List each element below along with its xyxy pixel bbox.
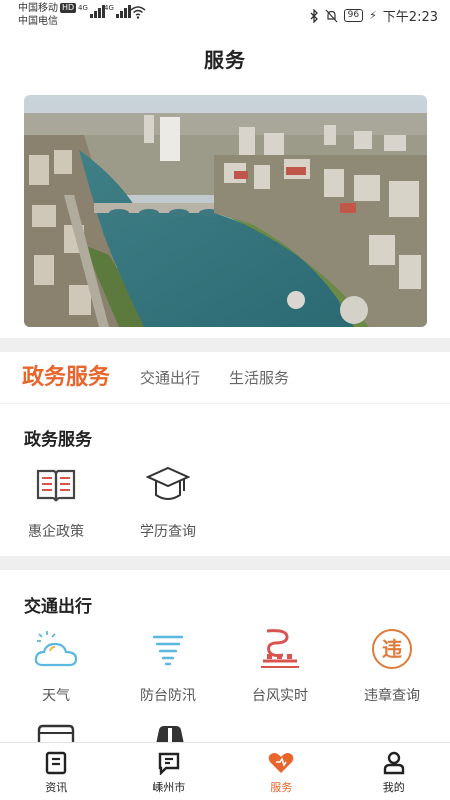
section-divider [0,338,450,352]
book-icon [36,469,76,502]
carrier-secondary: 中国电信 [18,16,58,27]
news-icon [46,751,67,775]
bell-muted-icon [325,9,338,22]
grid-item-label: 天气 [42,688,70,704]
nav-news[interactable]: 资讯 [0,743,113,800]
section-title-gov: 政务服务 [24,430,92,450]
carrier-primary: 中国移动 [18,3,58,14]
network-type-2: 4G [104,4,114,12]
battery-indicator: 96 [343,9,364,22]
category-tabs: 政务服务 交通出行 生活服务 [0,352,450,404]
grid-item-weather[interactable]: 天气 [0,627,112,705]
traffic-section: 交通出行 天气 防台防汛 台风实时 违 违章查询 [0,570,450,742]
bus-icon[interactable] [36,724,76,742]
gov-service-section: 政务服务 惠企政策 学历查询 [0,405,450,555]
bottom-nav: 资讯 嵊州市 服务 我的 [0,742,450,800]
grid-item-typhoon[interactable]: 台风实时 [224,627,336,705]
grid-item-flood[interactable]: 防台防汛 [112,627,224,705]
nav-city[interactable]: 嵊州市 [113,743,226,800]
city-chat-icon [158,752,179,775]
city-river-photo [24,95,427,327]
graduation-cap-icon [146,466,190,500]
section-divider [0,556,450,570]
status-bar: 中国移动 HD 中国电信 4G 4G 96 ⚡ 下午2:23 [0,0,450,32]
violation-icon: 违 [372,629,412,669]
tab-gov-service[interactable]: 政务服务 [22,352,110,404]
grid-item-policy[interactable]: 惠企政策 [0,463,112,541]
banner-image[interactable] [24,95,427,327]
tab-life-service[interactable]: 生活服务 [229,352,289,404]
grid-item-label: 台风实时 [252,688,308,704]
nav-label: 服务 [270,781,293,794]
nav-label: 嵊州市 [152,781,186,794]
heart-service-icon [268,753,294,773]
nav-mine[interactable]: 我的 [338,743,450,800]
charging-icon: ⚡ [369,9,377,22]
nav-service[interactable]: 服务 [225,743,338,800]
flood-icon [152,635,184,666]
grid-item-label: 违章查询 [364,688,420,704]
grid-item-label: 惠企政策 [28,524,84,540]
page-title: 服务 [204,48,246,72]
hd-badge: HD [60,3,77,13]
clock: 下午2:23 [382,10,438,25]
typhoon-icon [261,629,299,668]
user-icon [383,751,404,775]
nav-label: 我的 [382,781,405,794]
grid-item-violation[interactable]: 违 违章查询 [336,627,448,705]
violation-char: 违 [382,637,402,661]
status-right: 96 ⚡ 下午2:23 [310,6,438,25]
weather-cloud-icon [34,631,78,667]
signal-icon: 4G [78,4,105,18]
car-icon[interactable] [150,724,190,742]
tab-traffic[interactable]: 交通出行 [140,352,200,404]
section-title-traffic: 交通出行 [24,597,92,617]
grid-item-label: 学历查询 [140,524,196,540]
network-type-1: 4G [78,4,88,12]
nav-label: 资讯 [45,781,68,794]
wifi-icon [130,6,146,19]
bluetooth-icon [310,8,318,23]
grid-item-label: 防台防汛 [140,688,196,704]
signal-icon-2: 4G [104,4,131,18]
grid-item-education[interactable]: 学历查询 [112,463,224,541]
